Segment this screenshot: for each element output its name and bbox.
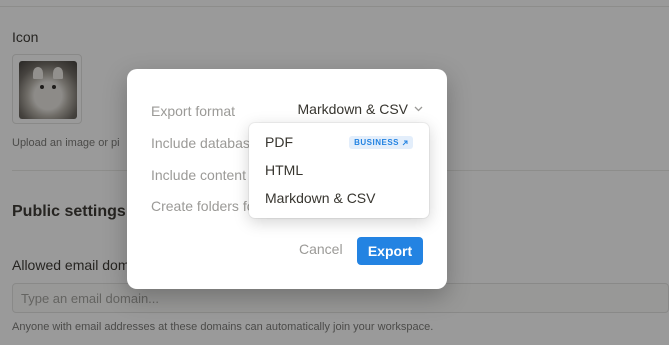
settings-page: Icon Upload an image or pi Public settin… [0,0,669,345]
export-format-select[interactable]: Markdown & CSV [298,101,423,117]
export-format-label: Export format [151,103,236,119]
create-folders-label: Create folders fo [151,198,255,214]
include-databases-label: Include databases [151,135,265,151]
arrow-up-right-icon [402,140,408,145]
export-format-value: Markdown & CSV [297,101,408,117]
format-option-markdown-csv[interactable]: Markdown & CSV [249,184,429,212]
format-option-pdf[interactable]: PDF BUSINESS [249,128,429,156]
format-option-label: Markdown & CSV [265,190,376,206]
format-option-label: HTML [265,162,304,178]
business-badge-label: BUSINESS [354,138,399,147]
business-plan-badge: BUSINESS [349,136,413,149]
format-option-html[interactable]: HTML [249,156,429,184]
export-button[interactable]: Export [357,237,423,265]
export-format-dropdown: PDF BUSINESS HTML Markdown & CSV [249,123,429,218]
format-option-label: PDF [265,134,293,150]
include-content-label: Include content [151,167,246,183]
cancel-button[interactable]: Cancel [299,241,343,257]
chevron-down-icon [414,104,423,115]
